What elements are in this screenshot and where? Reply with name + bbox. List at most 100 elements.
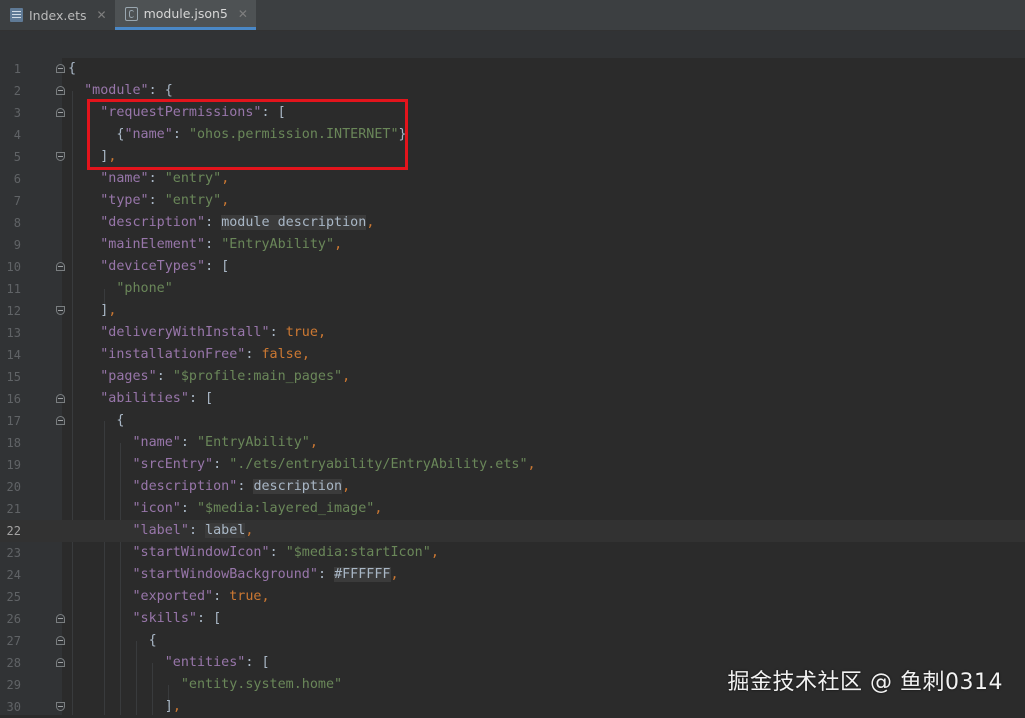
code-text: "exported": true, <box>132 589 270 604</box>
line-number: 18 <box>6 436 21 450</box>
tab-label: module.json5 <box>143 6 228 21</box>
code-text: "skills": [ <box>132 611 222 626</box>
code-line: 12 ], <box>0 300 1025 322</box>
line-number: 24 <box>6 568 21 582</box>
code-editor[interactable]: 1 { 2 "module": { 3 "requestPermissions"… <box>0 58 1025 715</box>
code-text: "description": description, <box>132 479 351 494</box>
code-line: 27 { <box>0 630 1025 652</box>
code-text: "deliveryWithInstall": true, <box>100 325 326 340</box>
code-line: 20 "description": description, <box>0 476 1025 498</box>
fold-icon[interactable] <box>56 614 65 623</box>
editor-tab-bar: Index.ets ✕ module.json5 ✕ <box>0 0 1025 31</box>
ets-file-icon <box>10 8 23 22</box>
json-file-icon <box>124 6 138 21</box>
code-text: "deviceTypes": [ <box>100 259 230 274</box>
fold-icon[interactable] <box>56 416 65 425</box>
code-text: "mainElement": "EntryAbility", <box>100 237 343 252</box>
line-number: 16 <box>6 392 21 406</box>
fold-icon[interactable] <box>56 636 65 645</box>
line-number: 12 <box>6 304 21 318</box>
code-line: 14 "installationFree": false, <box>0 344 1025 366</box>
line-number: 23 <box>6 546 21 560</box>
line-number: 21 <box>6 502 21 516</box>
line-number: 22 <box>6 524 21 538</box>
code-text: { <box>68 61 77 76</box>
code-line: 17 { <box>0 410 1025 432</box>
fold-icon[interactable] <box>56 306 65 315</box>
code-text: "label": label, <box>132 523 254 538</box>
code-text: "startWindowBackground": #FFFFFF, <box>132 567 399 582</box>
line-number: 9 <box>13 238 21 252</box>
code-line: 24 "startWindowBackground": #FFFFFF, <box>0 564 1025 586</box>
line-number: 20 <box>6 480 21 494</box>
line-number: 5 <box>13 150 21 164</box>
code-text: "entities": [ <box>164 655 270 670</box>
code-text: "pages": "$profile:main_pages", <box>100 369 351 384</box>
fold-icon[interactable] <box>56 86 65 95</box>
code-line: 16 "abilities": [ <box>0 388 1025 410</box>
code-text: "icon": "$media:layered_image", <box>132 501 383 516</box>
line-number: 27 <box>6 634 21 648</box>
code-line: 8 "description": module description, <box>0 212 1025 234</box>
line-number: 14 <box>6 348 21 362</box>
code-line: 18 "name": "EntryAbility", <box>0 432 1025 454</box>
code-text: "installationFree": false, <box>100 347 310 362</box>
code-line: 10 "deviceTypes": [ <box>0 256 1025 278</box>
close-icon[interactable]: ✕ <box>238 7 248 21</box>
code-text: { <box>68 633 157 648</box>
code-line: 11 "phone" <box>0 278 1025 300</box>
code-text: "srcEntry": "./ets/entryability/EntryAbi… <box>132 457 536 472</box>
line-number: 1 <box>13 62 21 76</box>
fold-icon[interactable] <box>56 262 65 271</box>
code-line: 6 "name": "entry", <box>0 168 1025 190</box>
line-number: 13 <box>6 326 21 340</box>
code-text: "name": "EntryAbility", <box>132 435 318 450</box>
code-line: 23 "startWindowIcon": "$media:startIcon"… <box>0 542 1025 564</box>
fold-icon[interactable] <box>56 152 65 161</box>
close-icon[interactable]: ✕ <box>97 8 107 22</box>
code-line: 7 "type": "entry", <box>0 190 1025 212</box>
tab-index-ets[interactable]: Index.ets ✕ <box>0 0 115 30</box>
line-number: 17 <box>6 414 21 428</box>
code-text: { <box>68 413 125 428</box>
line-number: 3 <box>13 106 21 120</box>
code-text: "description": module description, <box>100 215 375 230</box>
code-line: 9 "mainElement": "EntryAbility", <box>0 234 1025 256</box>
code-text: "type": "entry", <box>100 193 230 208</box>
line-number: 2 <box>13 84 21 98</box>
code-text: "name": "entry", <box>100 171 230 186</box>
line-number: 4 <box>13 128 21 142</box>
line-number: 25 <box>6 590 21 604</box>
line-number: 8 <box>13 216 21 230</box>
line-number: 28 <box>6 656 21 670</box>
line-number: 10 <box>6 260 21 274</box>
fold-icon[interactable] <box>56 702 65 711</box>
tab-label: Index.ets <box>29 7 87 23</box>
line-number: 7 <box>13 194 21 208</box>
tab-module-json5[interactable]: module.json5 ✕ <box>114 0 256 30</box>
code-line: 19 "srcEntry": "./ets/entryability/Entry… <box>0 454 1025 476</box>
annotation-highlight-box <box>87 99 408 170</box>
line-number: 15 <box>6 370 21 384</box>
fold-icon[interactable] <box>56 394 65 403</box>
code-text: "entity.system.home" <box>180 677 343 692</box>
code-text: ], <box>68 303 117 318</box>
code-text: "phone" <box>116 281 173 296</box>
line-number: 11 <box>6 282 21 296</box>
editor-toolbar <box>0 31 1025 59</box>
code-line: 13 "deliveryWithInstall": true, <box>0 322 1025 344</box>
line-number: 6 <box>13 172 21 186</box>
code-line-current: 22 "label": label, <box>0 520 1025 542</box>
code-line: 26 "skills": [ <box>0 608 1025 630</box>
fold-icon[interactable] <box>56 658 65 667</box>
code-line: 21 "icon": "$media:layered_image", <box>0 498 1025 520</box>
line-number: 26 <box>6 612 21 626</box>
fold-icon[interactable] <box>56 64 65 73</box>
fold-icon[interactable] <box>56 108 65 117</box>
line-number: 29 <box>6 678 21 692</box>
watermark: 掘金技术社区 @ 鱼刺0314 <box>727 670 1003 695</box>
code-text: "startWindowIcon": "$media:startIcon", <box>132 545 439 560</box>
code-line: 15 "pages": "$profile:main_pages", <box>0 366 1025 388</box>
code-line: 1 { <box>0 58 1025 80</box>
code-line: 25 "exported": true, <box>0 586 1025 608</box>
